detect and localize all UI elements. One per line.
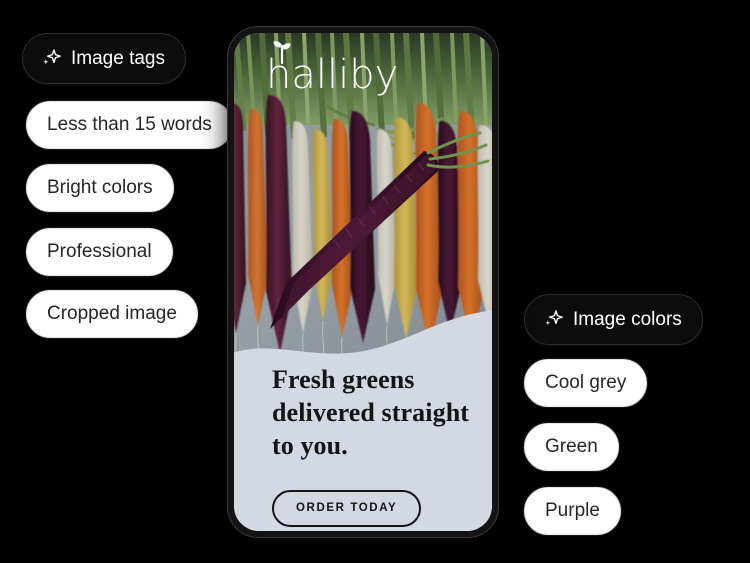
color-pill-green[interactable]: Green	[524, 423, 619, 471]
color-label: Green	[545, 436, 598, 457]
phone-screen: halliby Fresh greens delivered straight …	[234, 33, 492, 531]
color-pill-cool-grey[interactable]: Cool grey	[524, 359, 648, 407]
image-tags-header-label: Image tags	[71, 47, 165, 69]
tag-pill-less-than-15-words[interactable]: Less than 15 words	[26, 101, 233, 149]
tag-label: Professional	[47, 241, 152, 262]
color-label: Purple	[545, 500, 600, 521]
image-tags-header-pill[interactable]: Image tags	[22, 33, 186, 84]
ad-copy: Fresh greens delivered straight to you. …	[272, 363, 472, 528]
image-colors-header-label: Image colors	[573, 308, 682, 330]
tag-pill-professional[interactable]: Professional	[26, 228, 173, 276]
tag-pill-bright-colors[interactable]: Bright colors	[26, 164, 174, 212]
brand-logo: halliby	[266, 41, 398, 95]
sprout-icon	[273, 41, 291, 64]
sparkle-icon	[545, 310, 563, 326]
tag-label: Bright colors	[47, 177, 153, 198]
phone-mockup: halliby Fresh greens delivered straight …	[228, 27, 498, 537]
tag-label: Less than 15 words	[47, 114, 212, 135]
color-label: Cool grey	[545, 372, 627, 393]
order-today-button[interactable]: ORDER TODAY	[272, 490, 422, 528]
image-colors-header-pill[interactable]: Image colors	[524, 294, 703, 345]
tag-label: Cropped image	[47, 303, 177, 324]
tag-pill-cropped-image[interactable]: Cropped image	[26, 290, 198, 338]
color-pill-purple[interactable]: Purple	[524, 487, 621, 535]
sparkle-icon	[43, 49, 61, 65]
ad-headline: Fresh greens delivered straight to you.	[272, 365, 470, 461]
